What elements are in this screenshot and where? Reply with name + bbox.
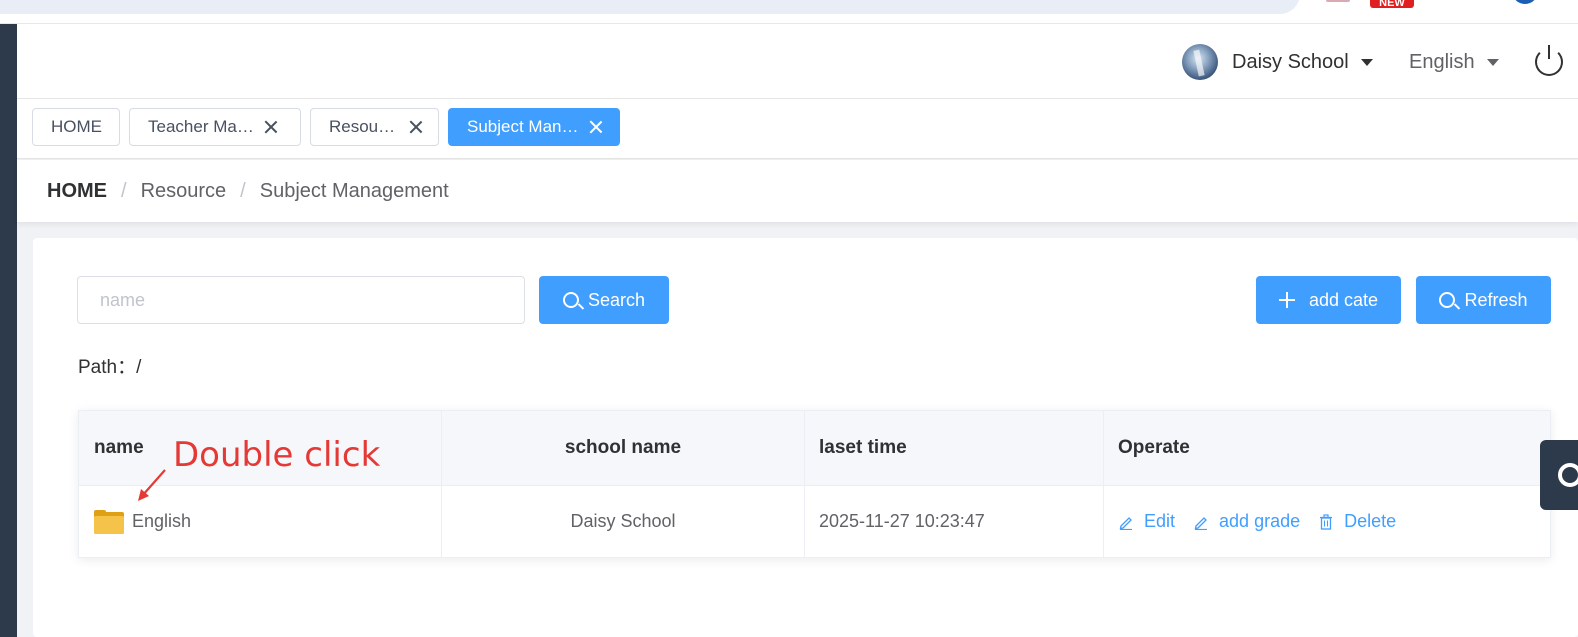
subject-table: name school name laset time Operate Engl… xyxy=(78,410,1551,558)
language-label: English xyxy=(1409,50,1475,73)
school-name-cell: Daisy School xyxy=(442,486,805,557)
edit-button[interactable]: Edit xyxy=(1118,511,1175,532)
tag-label: Subject Man… xyxy=(467,117,579,136)
folder-name: English xyxy=(132,511,192,531)
tag-resource[interactable]: Resource xyxy=(310,108,439,146)
pencil-icon xyxy=(1119,516,1132,530)
refresh-button[interactable]: Refresh xyxy=(1416,276,1551,324)
tag-label: Resource xyxy=(329,117,399,136)
refresh-label: Refresh xyxy=(1464,289,1528,310)
search-input[interactable] xyxy=(77,276,525,324)
column-header-school-name: school name xyxy=(442,411,805,485)
search-button-label: Search xyxy=(587,289,646,310)
tag-label: HOME xyxy=(51,117,102,136)
delete-label: Delete xyxy=(1344,511,1397,531)
new-badge[interactable]: NEW xyxy=(1370,0,1414,9)
settings-panel-toggle[interactable] xyxy=(1540,440,1578,510)
table-row[interactable]: English Daisy School 2025-11-27 10:23:47… xyxy=(79,486,1550,557)
tag-teacher-management[interactable]: Teacher Ma… xyxy=(129,108,301,146)
path-label: Path： xyxy=(78,357,137,378)
search-icon xyxy=(562,292,579,308)
folder-icon xyxy=(94,509,124,534)
browser-toolbar: NEW xyxy=(0,0,1578,24)
logout-power-icon[interactable] xyxy=(1535,45,1563,76)
user-dropdown[interactable]: Daisy School xyxy=(1182,43,1373,81)
language-dropdown[interactable]: English xyxy=(1409,43,1499,81)
annotation-text: Double click xyxy=(173,435,381,475)
breadcrumb-subject-management: Subject Management xyxy=(259,179,449,202)
search-button[interactable]: Search xyxy=(539,276,669,324)
sidebar xyxy=(0,24,17,637)
avatar xyxy=(1182,44,1218,80)
edit-label: Edit xyxy=(1144,511,1176,531)
add-grade-button[interactable]: add grade xyxy=(1193,511,1300,532)
breadcrumb-resource: Resource xyxy=(140,179,227,202)
tag-subject-management[interactable]: Subject Man… xyxy=(448,108,620,146)
close-icon[interactable] xyxy=(264,120,278,134)
add-cate-label: add cate xyxy=(1308,289,1379,310)
tag-home[interactable]: HOME xyxy=(32,108,120,146)
address-bar[interactable] xyxy=(0,0,1300,14)
breadcrumb-separator: / xyxy=(240,179,246,202)
path-value: / xyxy=(136,357,142,378)
time-cell: 2025-11-27 10:23:47 xyxy=(805,486,1104,557)
close-icon[interactable] xyxy=(409,120,422,134)
path-display: Path：/ xyxy=(78,352,141,379)
app-header: Daisy School English xyxy=(17,24,1578,99)
search-icon xyxy=(1439,292,1456,308)
extension-icon[interactable] xyxy=(1326,0,1350,2)
main-content: Search add cate Refresh Path：/ name scho… xyxy=(33,238,1578,637)
tags-view: HOME Teacher Ma… Resource Subject Man… xyxy=(17,99,1578,159)
trash-icon xyxy=(1320,513,1333,530)
add-cate-button[interactable]: add cate xyxy=(1256,276,1401,324)
caret-down-icon xyxy=(1486,58,1499,66)
operate-cell: Edit add grade Delete xyxy=(1104,486,1550,557)
user-name: Daisy School xyxy=(1232,50,1349,73)
breadcrumb-home[interactable]: HOME xyxy=(47,180,107,203)
gear-icon xyxy=(1558,463,1578,487)
profile-icon[interactable] xyxy=(1512,0,1538,4)
add-grade-label: add grade xyxy=(1219,511,1301,531)
delete-button[interactable]: Delete xyxy=(1318,511,1396,532)
column-header-time: laset time xyxy=(805,411,1104,485)
close-icon[interactable] xyxy=(589,120,603,134)
column-header-operate: Operate xyxy=(1118,437,1190,458)
caret-down-icon xyxy=(1360,58,1373,66)
breadcrumb-separator: / xyxy=(121,179,127,202)
annotation-arrow-icon xyxy=(138,469,166,501)
plus-icon xyxy=(1278,292,1295,308)
tag-label: Teacher Ma… xyxy=(148,117,254,136)
breadcrumb: HOME / Resource / Subject Management xyxy=(17,160,1578,222)
pencil-icon xyxy=(1194,516,1208,530)
